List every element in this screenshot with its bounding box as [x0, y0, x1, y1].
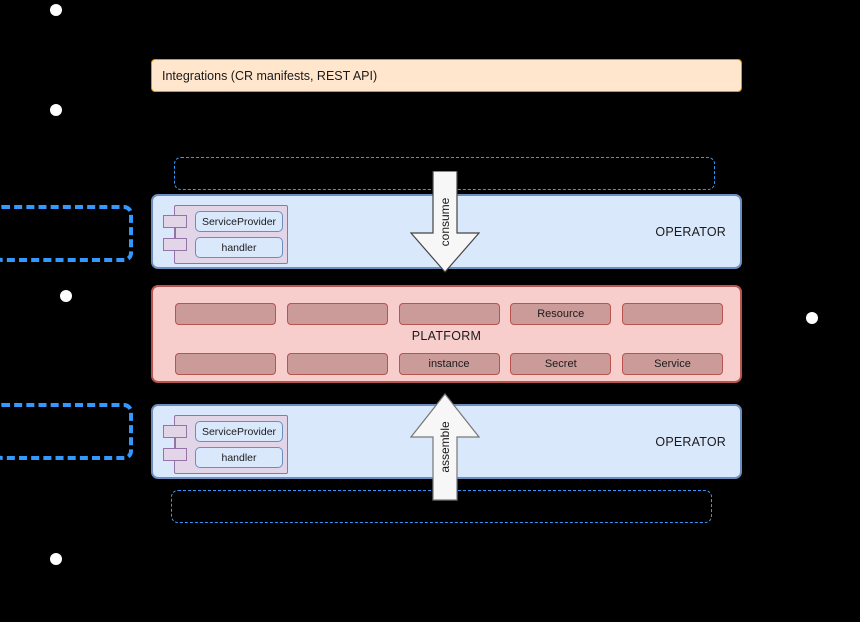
component-tab-icon: [163, 448, 187, 461]
component-item-handler: handler: [195, 237, 283, 258]
assemble-arrow-icon: [410, 393, 480, 501]
decorative-dot: [60, 290, 72, 302]
platform-cell-service: Service: [622, 353, 723, 375]
component-item-service-provider: ServiceProvider: [195, 211, 283, 232]
component-tab-icon: [163, 215, 187, 228]
platform-band: Resource PLATFORM instance Secret Servic…: [151, 285, 742, 383]
consume-arrow: consume: [410, 171, 480, 273]
integrations-label: Integrations (CR manifests, REST API): [162, 68, 378, 83]
platform-row-bottom: instance Secret Service: [175, 353, 723, 375]
platform-cell-instance: instance: [398, 353, 500, 375]
platform-cell: [175, 353, 276, 375]
dashed-region-left-lower: [0, 403, 133, 460]
diagram-canvas: Integrations (CR manifests, REST API) Se…: [0, 0, 860, 622]
integrations-banner: Integrations (CR manifests, REST API): [151, 59, 742, 92]
component-tab-icon: [163, 425, 187, 438]
platform-cell: [622, 303, 723, 325]
service-provider-component-top: ServiceProvider handler: [163, 205, 288, 264]
platform-row-top: Resource: [175, 303, 723, 325]
decorative-dot: [50, 553, 62, 565]
service-provider-component-bottom: ServiceProvider handler: [163, 415, 288, 474]
assemble-arrow: assemble: [410, 393, 480, 501]
component-tab-icon: [163, 238, 187, 251]
platform-cell: [398, 303, 500, 325]
component-connector: [175, 228, 176, 238]
decorative-dot: [50, 104, 62, 116]
platform-cell: [286, 303, 388, 325]
consume-arrow-icon: [410, 171, 480, 273]
decorative-dot: [50, 4, 62, 16]
operator-label-bottom: OPERATOR: [655, 434, 726, 449]
component-item-handler: handler: [195, 447, 283, 468]
component-connector: [175, 438, 176, 448]
platform-cell: [175, 303, 276, 325]
dashed-region-left-upper: [0, 205, 133, 262]
decorative-dot: [806, 312, 818, 324]
platform-label: PLATFORM: [411, 329, 482, 343]
platform-cell-resource: Resource: [510, 303, 612, 325]
platform-cell: [286, 353, 388, 375]
platform-cell-secret: Secret: [510, 353, 612, 375]
component-item-service-provider: ServiceProvider: [195, 421, 283, 442]
operator-label-top: OPERATOR: [655, 224, 726, 239]
